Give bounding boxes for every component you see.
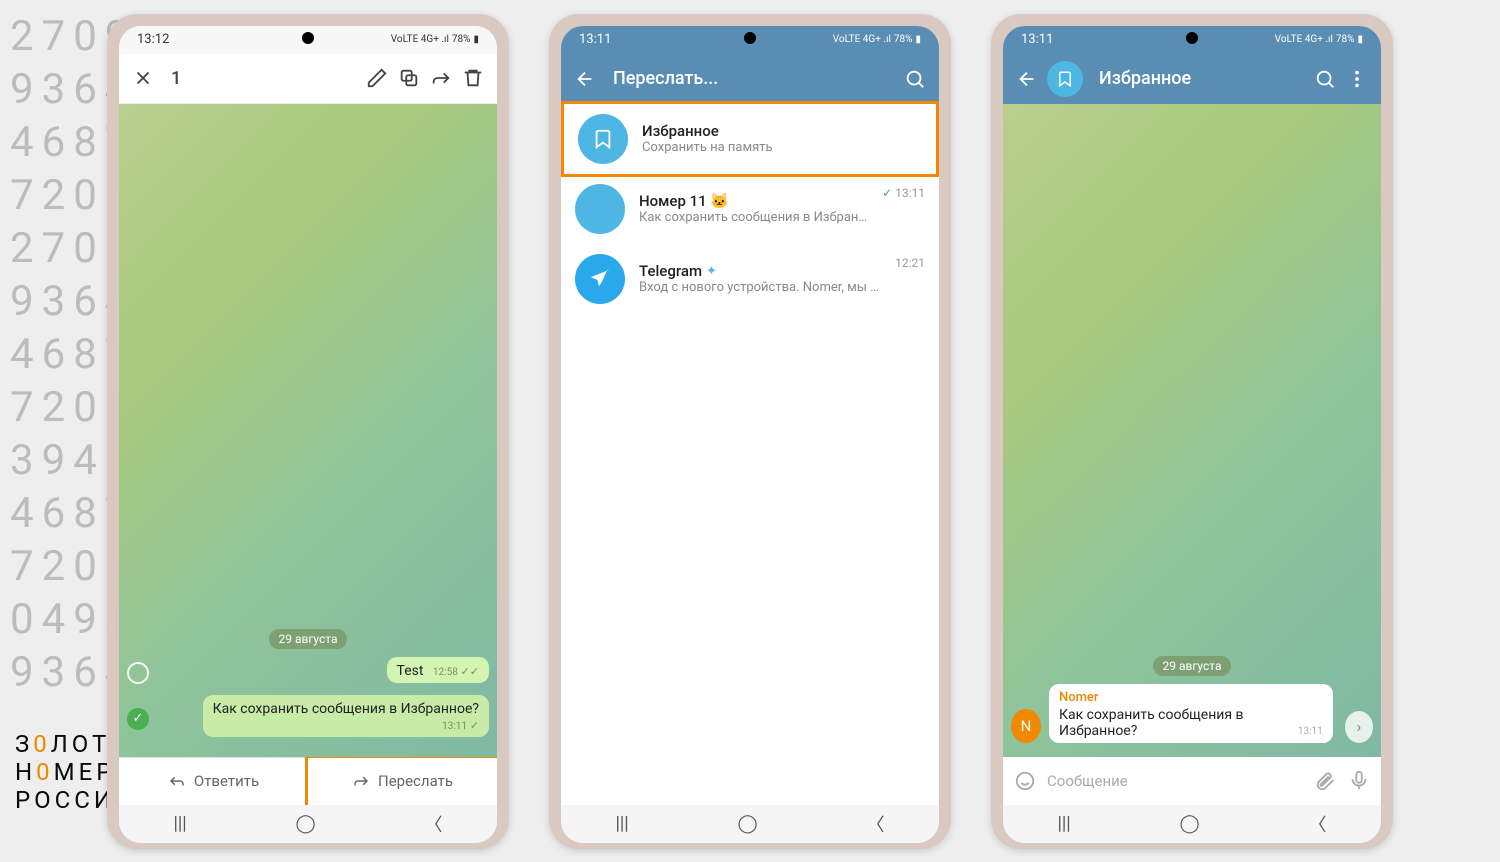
reply-button[interactable]: Ответить xyxy=(119,758,308,805)
back-icon[interactable]: 〈 xyxy=(425,811,443,837)
forward-icon[interactable] xyxy=(429,66,453,90)
home-icon[interactable]: ◯ xyxy=(296,813,316,834)
select-circle-checked[interactable]: ✓ xyxy=(127,708,149,730)
back-icon[interactable]: 〈 xyxy=(1309,811,1327,837)
item-title: Telegram ✦ xyxy=(639,262,881,280)
message-input-bar xyxy=(1003,757,1381,805)
sender-name: Nomer xyxy=(1059,690,1323,705)
status-icons: VoLTE 4G+ .ıl 78% ▮ xyxy=(833,34,921,45)
edit-icon[interactable] xyxy=(365,66,389,90)
forward-button[interactable]: Переслать xyxy=(305,755,497,808)
item-title: Избранное xyxy=(642,122,922,140)
select-circle-empty[interactable] xyxy=(127,662,149,684)
date-separator: 29 августа xyxy=(269,629,348,649)
chat-list[interactable]: ИзбранноеСохранить на память Номер 11 🐱К… xyxy=(561,104,939,805)
recent-apps-icon[interactable]: ||| xyxy=(1057,813,1070,834)
chat-area[interactable]: 29 августа N Nomer Как сохранить сообщен… xyxy=(1003,104,1381,757)
camera-cutout xyxy=(302,32,314,44)
attach-icon[interactable] xyxy=(1313,769,1337,793)
android-navbar: ||| ◯ 〈 xyxy=(561,805,939,843)
delete-icon[interactable] xyxy=(461,66,485,90)
home-icon[interactable]: ◯ xyxy=(738,813,758,834)
mic-icon[interactable] xyxy=(1347,769,1371,793)
bookmark-icon xyxy=(578,114,628,164)
forward-toolbar: Переслать... xyxy=(561,54,939,104)
forwarded-message[interactable]: Nomer Как сохранить сообщения в Избранно… xyxy=(1049,684,1333,743)
incoming-message-row[interactable]: N Nomer Как сохранить сообщения в Избран… xyxy=(1011,684,1373,743)
camera-cutout xyxy=(744,32,756,44)
date-separator: 29 августа xyxy=(1153,656,1232,676)
jump-icon[interactable]: › xyxy=(1345,711,1373,743)
selection-count: 1 xyxy=(171,68,181,89)
menu-dots-icon[interactable] xyxy=(1345,67,1369,91)
toolbar-title: Переслать... xyxy=(613,68,718,89)
close-icon[interactable] xyxy=(131,66,155,90)
item-subtitle: Вход с нового устройства. Nomer, мы об… xyxy=(639,280,881,295)
item-time: 12:21 xyxy=(895,256,925,270)
camera-cutout xyxy=(1186,32,1198,44)
home-icon[interactable]: ◯ xyxy=(1180,813,1200,834)
message-row-1[interactable]: Test 12:58 ✓✓ xyxy=(127,657,489,689)
list-item-saved[interactable]: ИзбранноеСохранить на память xyxy=(561,101,939,177)
phone-3: 13:11 VoLTE 4G+ .ıl 78% ▮ Избранное 29 а… xyxy=(991,14,1393,849)
list-item-contact[interactable]: Номер 11 🐱Как сохранить сообщения в Избр… xyxy=(561,174,939,244)
item-subtitle: Сохранить на память xyxy=(642,140,922,155)
list-item-telegram[interactable]: Telegram ✦Вход с нового устройства. Nome… xyxy=(561,244,939,314)
android-navbar: ||| ◯ 〈 xyxy=(119,805,497,843)
recent-apps-icon[interactable]: ||| xyxy=(615,813,628,834)
chat-area[interactable]: 29 августа Test 12:58 ✓✓ ✓ Как сохранить… xyxy=(119,104,497,757)
bookmark-icon[interactable] xyxy=(1047,61,1083,97)
selection-toolbar: 1 xyxy=(119,54,497,104)
chat-toolbar: Избранное xyxy=(1003,54,1381,104)
sender-avatar[interactable]: N xyxy=(1011,709,1041,743)
status-icons: VoLTE 4G+ .ıl 78% ▮ xyxy=(391,34,479,45)
bottom-action-bar: Ответить Переслать xyxy=(119,757,497,805)
status-time: 13:11 xyxy=(1021,32,1053,47)
message-input[interactable] xyxy=(1047,772,1303,790)
item-time: ✓ 13:11 xyxy=(882,186,925,200)
message-1[interactable]: Test 12:58 ✓✓ xyxy=(387,657,489,683)
android-navbar: ||| ◯ 〈 xyxy=(1003,805,1381,843)
back-arrow-icon[interactable] xyxy=(573,67,597,91)
phone-1: 13:12 VoLTE 4G+ .ıl 78% ▮ 1 29 августа T… xyxy=(107,14,509,849)
search-icon[interactable] xyxy=(903,67,927,91)
search-icon[interactable] xyxy=(1313,67,1337,91)
status-time: 13:12 xyxy=(137,32,169,47)
item-subtitle: Как сохранить сообщения в Избранное? xyxy=(639,210,868,225)
emoji-icon[interactable] xyxy=(1013,769,1037,793)
telegram-avatar xyxy=(575,254,625,304)
message-2-selected[interactable]: Как сохранить сообщения в Избранное?13:1… xyxy=(203,695,489,737)
status-time: 13:11 xyxy=(579,32,611,47)
item-title: Номер 11 🐱 xyxy=(639,192,868,210)
contact-avatar xyxy=(575,184,625,234)
chat-title[interactable]: Избранное xyxy=(1099,68,1191,89)
back-icon[interactable]: 〈 xyxy=(867,811,885,837)
recent-apps-icon[interactable]: ||| xyxy=(173,813,186,834)
status-icons: VoLTE 4G+ .ıl 78% ▮ xyxy=(1275,34,1363,45)
back-arrow-icon[interactable] xyxy=(1015,67,1039,91)
copy-icon[interactable] xyxy=(397,66,421,90)
message-row-2[interactable]: ✓ Как сохранить сообщения в Избранное?13… xyxy=(127,695,489,743)
verified-icon: ✦ xyxy=(706,264,717,279)
phone-2: 13:11 VoLTE 4G+ .ıl 78% ▮ Переслать... И… xyxy=(549,14,951,849)
